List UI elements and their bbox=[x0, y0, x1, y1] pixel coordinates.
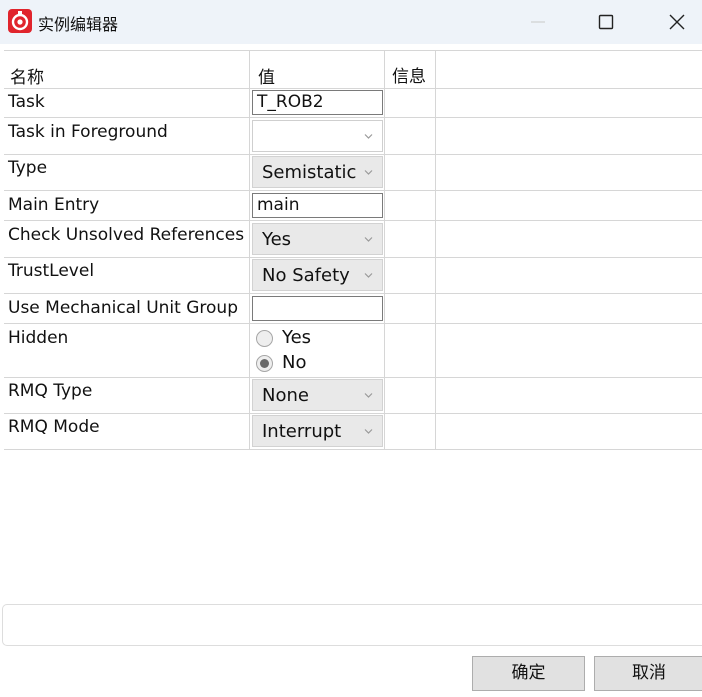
robot-app-icon bbox=[8, 9, 32, 33]
window-title: 实例编辑器 bbox=[38, 15, 119, 34]
row-divider bbox=[4, 220, 702, 221]
chevron-down-icon bbox=[364, 237, 373, 242]
header-value: 值 bbox=[258, 68, 275, 88]
label-rmq-mode: RMQ Mode bbox=[8, 417, 100, 437]
title-bar: 实例编辑器 bbox=[0, 0, 702, 44]
row-divider bbox=[4, 293, 702, 294]
row-divider bbox=[4, 323, 702, 324]
trust-level-value: No Safety bbox=[262, 265, 350, 286]
rmq-mode-value: Interrupt bbox=[262, 421, 342, 442]
type-value: Semistatic bbox=[262, 162, 357, 183]
header-name: 名称 bbox=[10, 68, 44, 88]
check-unsolved-references-dropdown[interactable]: Yes bbox=[252, 223, 383, 255]
hidden-no-label: No bbox=[282, 352, 307, 373]
row-divider bbox=[4, 377, 702, 378]
chevron-down-icon bbox=[364, 134, 373, 139]
label-rmq-type: RMQ Type bbox=[8, 381, 93, 401]
rmq-type-dropdown[interactable]: None bbox=[252, 379, 383, 411]
task-field[interactable]: T_ROB2 bbox=[252, 90, 383, 115]
property-grid: 名称 值 信息 Task T_ROB2 Task in Foreground T… bbox=[4, 50, 702, 450]
hidden-yes-label: Yes bbox=[282, 327, 312, 348]
row-divider bbox=[4, 257, 702, 258]
use-mechanical-unit-group-field[interactable] bbox=[252, 296, 383, 321]
type-dropdown[interactable]: Semistatic bbox=[252, 156, 383, 188]
message-box bbox=[2, 604, 702, 646]
header-info: 信息 bbox=[392, 67, 426, 87]
column-divider bbox=[384, 51, 385, 450]
cancel-button[interactable]: 取消 bbox=[594, 656, 702, 691]
label-task: Task bbox=[8, 92, 45, 112]
close-button[interactable] bbox=[654, 0, 700, 44]
task-in-foreground-dropdown[interactable] bbox=[252, 120, 383, 152]
row-divider bbox=[4, 117, 702, 118]
chevron-down-icon bbox=[364, 273, 373, 278]
label-main-entry: Main Entry bbox=[8, 195, 100, 215]
maximize-icon bbox=[598, 14, 614, 30]
main-entry-field[interactable]: main bbox=[252, 193, 383, 218]
minimize-icon bbox=[531, 21, 545, 23]
row-divider bbox=[4, 190, 702, 191]
hidden-no-radio[interactable] bbox=[256, 355, 273, 372]
rmq-type-value: None bbox=[262, 385, 309, 406]
column-divider bbox=[249, 51, 250, 450]
label-type: Type bbox=[8, 158, 48, 178]
label-hidden: Hidden bbox=[8, 328, 69, 348]
row-divider bbox=[4, 154, 702, 155]
row-divider bbox=[4, 88, 702, 89]
row-divider bbox=[4, 449, 702, 450]
column-divider bbox=[435, 51, 436, 450]
check-unsolved-references-value: Yes bbox=[262, 229, 292, 250]
row-divider bbox=[4, 413, 702, 414]
chevron-down-icon bbox=[364, 170, 373, 175]
maximize-button[interactable] bbox=[583, 0, 629, 44]
close-icon bbox=[669, 14, 685, 30]
trust-level-dropdown[interactable]: No Safety bbox=[252, 259, 383, 291]
label-check-unsolved-references: Check Unsolved References bbox=[8, 225, 245, 245]
chevron-down-icon bbox=[364, 429, 373, 434]
minimize-button[interactable] bbox=[515, 0, 561, 44]
label-use-mechanical-unit-group: Use Mechanical Unit Group bbox=[8, 298, 238, 318]
chevron-down-icon bbox=[364, 393, 373, 398]
ok-button[interactable]: 确定 bbox=[472, 656, 585, 691]
label-task-in-foreground: Task in Foreground bbox=[8, 122, 168, 142]
rmq-mode-dropdown[interactable]: Interrupt bbox=[252, 415, 383, 447]
hidden-yes-radio[interactable] bbox=[256, 330, 273, 347]
label-trust-level: TrustLevel bbox=[8, 261, 95, 281]
